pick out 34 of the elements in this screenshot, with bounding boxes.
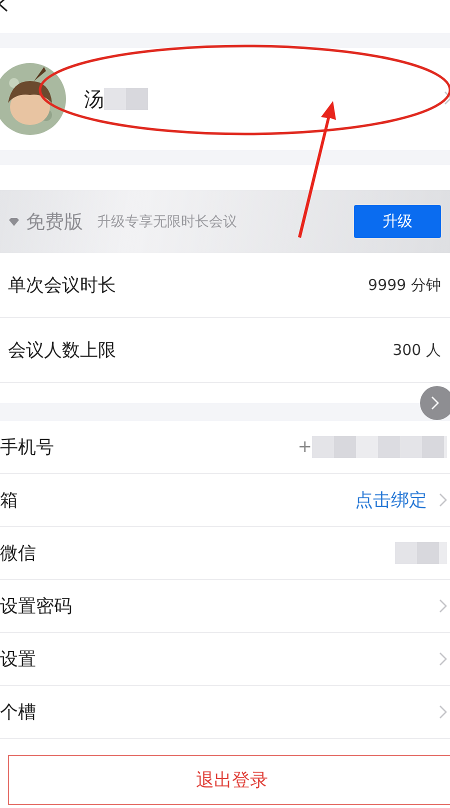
avatar-drawing: [0, 63, 66, 135]
chevron-icon: [439, 652, 447, 666]
row-label: 个槽: [0, 701, 36, 724]
diamond-icon: [8, 216, 20, 226]
limit-label: 单次会议时长: [8, 274, 116, 297]
row-label: 设置密码: [0, 595, 72, 618]
row-label: 设置: [0, 648, 36, 671]
logout-button[interactable]: 退出登录: [8, 755, 450, 805]
upgrade-button[interactable]: 升级: [354, 205, 441, 238]
limit-label: 会议人数上限: [8, 339, 116, 362]
account-row[interactable]: 设置密码: [0, 580, 450, 633]
chevron-icon: [444, 90, 450, 104]
limit-value: 300 人: [392, 340, 441, 360]
account-row[interactable]: 设置: [0, 633, 450, 686]
row-label: 微信: [0, 542, 36, 565]
chevron-icon: [439, 705, 447, 719]
chevron-icon: [439, 493, 447, 507]
row-value: +: [298, 437, 312, 457]
plan-name: 免费版: [26, 210, 83, 234]
chevron-icon: [431, 396, 439, 410]
bind-link[interactable]: 点击绑定: [355, 488, 427, 512]
blurred-text-drawing: [104, 86, 148, 112]
account-row[interactable]: 微信: [0, 527, 450, 580]
limit-value: 9999 分钟: [368, 276, 441, 294]
row-label: 手机号: [0, 436, 54, 459]
row-label: 箱: [0, 489, 18, 512]
user-name: 汤: [84, 86, 104, 112]
blurred-text-drawing: [395, 540, 447, 566]
chevron-icon: [439, 599, 447, 613]
account-row[interactable]: 箱 点击绑定: [0, 474, 450, 527]
floating-button[interactable]: [420, 386, 450, 420]
account-row[interactable]: 手机号 +: [0, 421, 450, 474]
plan-promo: 升级专享无限时长会议: [97, 212, 237, 230]
account-row[interactable]: 个槽: [0, 686, 450, 739]
